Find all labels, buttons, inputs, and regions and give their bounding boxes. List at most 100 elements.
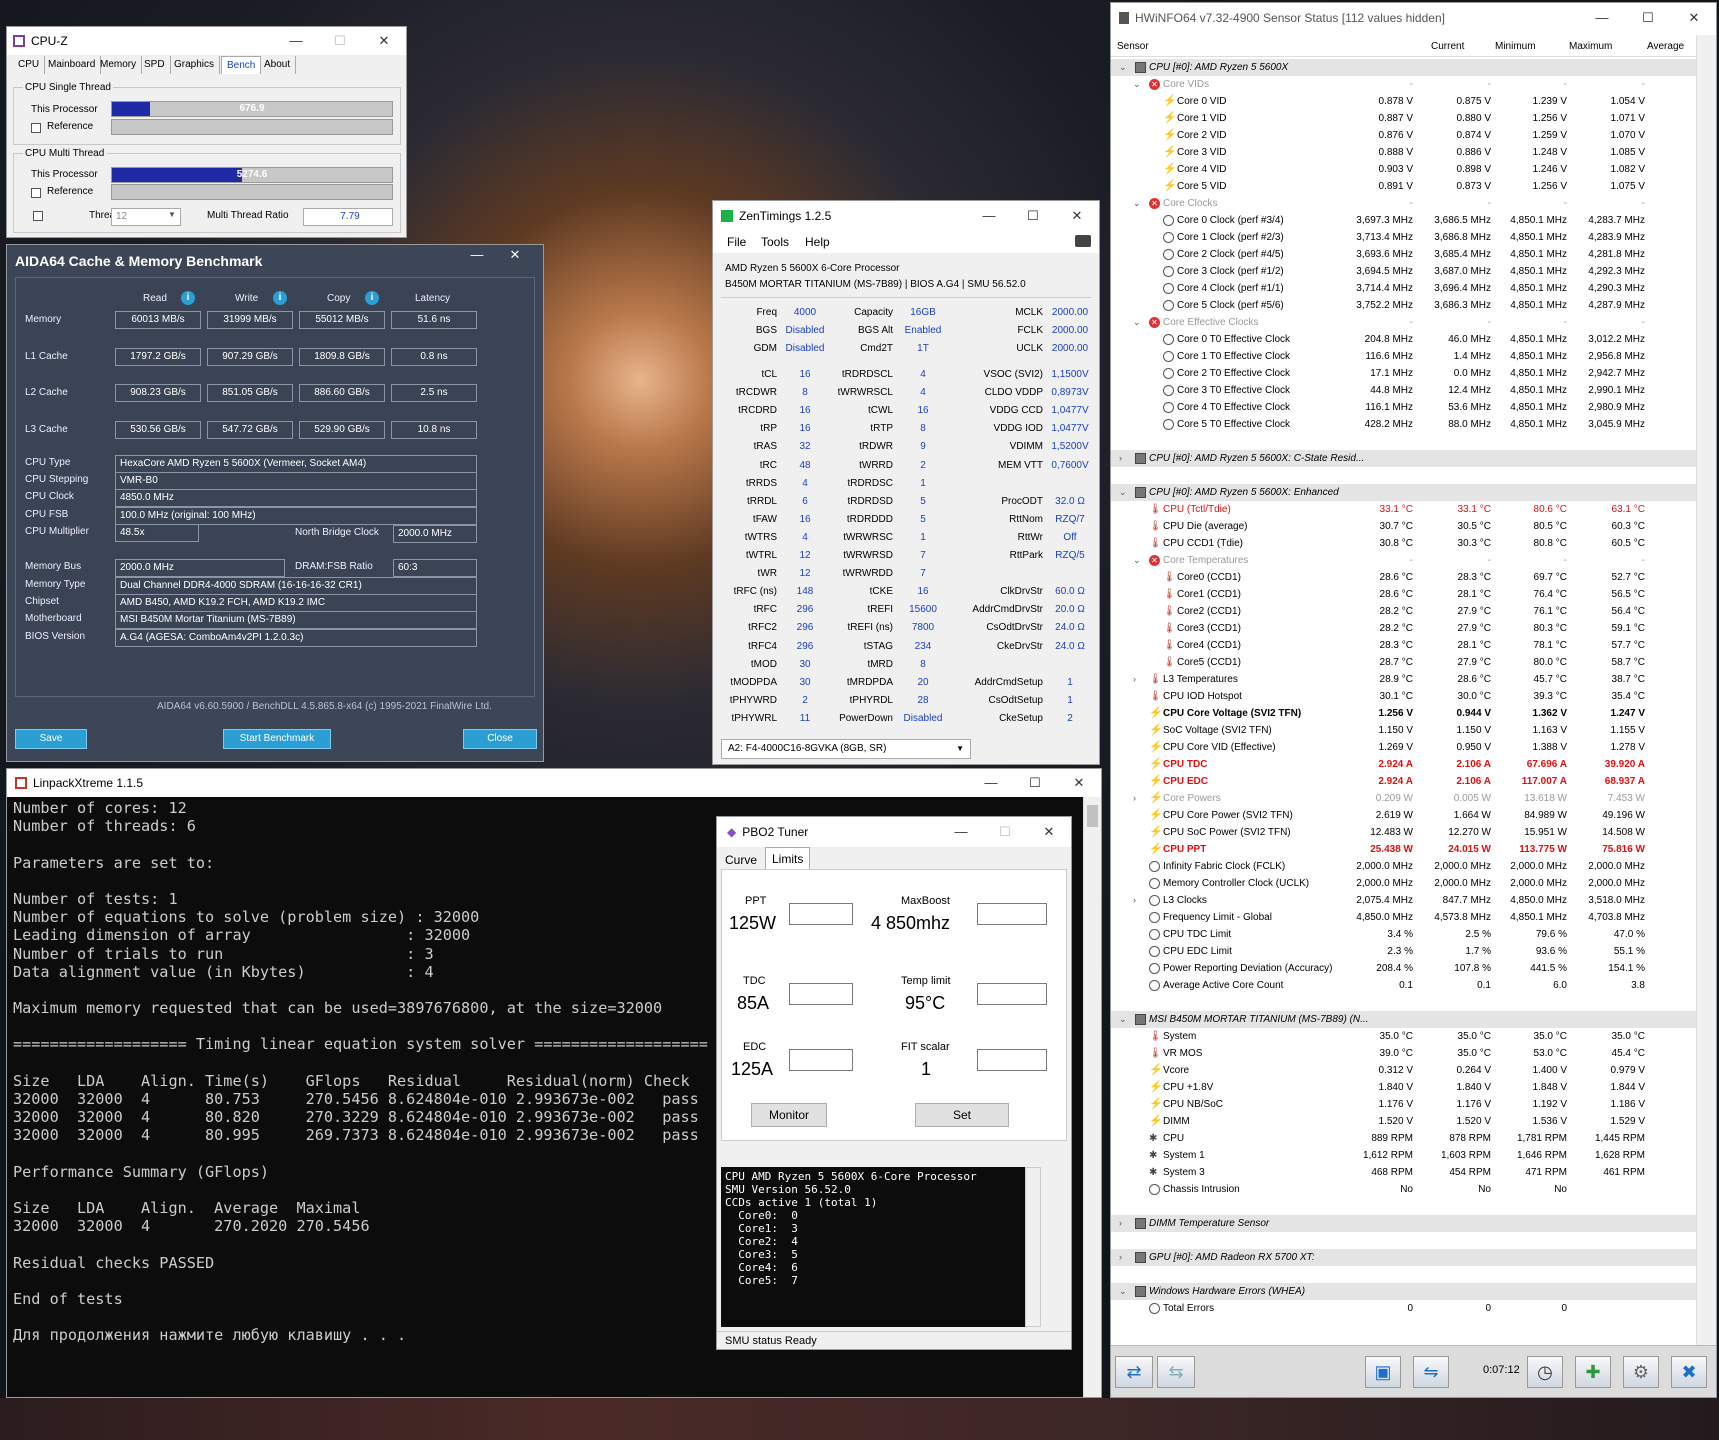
sensor-row[interactable]: 🌡 CPU IOD Hotspot 30.1 °C 30.0 °C 39.3 °C 35.… <box>1111 688 1696 705</box>
minimize-icon[interactable]: — <box>274 27 318 55</box>
sensor-row[interactable]: Chassis Intrusion No No No <box>1111 1181 1696 1198</box>
sensor-row[interactable]: ⚡ CPU Core Power (SVI2 TFN) 2.619 W 1.664 W… <box>1111 807 1696 824</box>
threads-checkbox[interactable] <box>33 211 43 221</box>
sensor-row[interactable]: Infinity Fabric Clock (FCLK) 2,000.0 MHz 2… <box>1111 858 1696 875</box>
sensor-row[interactable]: ⌄ ✕ Core Clocks - - - - <box>1111 195 1696 212</box>
sensor-section[interactable]: ⌄ MSI B450M MORTAR TITANIUM (MS-7B89) (N.… <box>1111 1011 1696 1028</box>
sensor-row[interactable]: 🌡 CPU CCD1 (Tdie) 30.8 °C 30.3 °C 80.8 °C 60.… <box>1111 535 1696 552</box>
chevron-right-icon[interactable]: › <box>1133 671 1136 688</box>
sensor-row[interactable]: 🌡 VR MOS 39.0 °C 35.0 °C 53.0 °C 45.4 °C <box>1111 1045 1696 1062</box>
sensor-row[interactable]: Core 0 Clock (perf #3/4) 3,697.3 MHz 3,686… <box>1111 212 1696 229</box>
sensor-row[interactable]: ⚡ CPU TDC 2.924 A 2.106 A 67.696 A 39.920 A <box>1111 756 1696 773</box>
sensor-row[interactable]: ⚡ CPU Core Voltage (SVI2 TFN) 1.256 V 0.944… <box>1111 705 1696 722</box>
sensor-row[interactable]: Core 4 Clock (perf #1/1) 3,714.4 MHz 3,696… <box>1111 280 1696 297</box>
sensor-section[interactable]: › CPU [#0]: AMD Ryzen 5 5600X: C-State Re… <box>1111 450 1696 467</box>
chevron-right-icon[interactable]: › <box>1133 790 1136 807</box>
sensor-row[interactable]: ⚡ Core 3 VID 0.888 V 0.886 V 1.248 V 1.085 V <box>1111 144 1696 161</box>
tab-mainboard[interactable]: Mainboard <box>43 56 102 74</box>
menu-help[interactable]: Help <box>805 235 830 249</box>
chevron-right-icon[interactable]: › <box>1119 1249 1122 1266</box>
tab-memory[interactable]: Memory <box>95 56 143 74</box>
sensor-row[interactable]: › ⚡ Core Powers 0.209 W 0.005 W 13.618 W 7.453… <box>1111 790 1696 807</box>
chevron-down-icon[interactable]: ⌄ <box>1119 1011 1127 1028</box>
chevron-down-icon[interactable]: ⌄ <box>1133 76 1141 93</box>
pbo2-titlebar[interactable]: ◆ PBO2 Tuner — ☐ ✕ <box>717 817 1071 847</box>
tab-curve[interactable]: Curve <box>725 853 757 867</box>
arrows-left-right-icon[interactable]: ⇄ <box>1115 1356 1153 1388</box>
sensor-section[interactable]: › GPU [#0]: AMD Radeon RX 5700 XT: <box>1111 1249 1696 1266</box>
hwinfo-titlebar[interactable]: HWiNFO64 v7.32-4900 Sensor Status [112 v… <box>1111 3 1716 33</box>
sensor-row[interactable]: ⚡ Core 0 VID 0.878 V 0.875 V 1.239 V 1.054 V <box>1111 93 1696 110</box>
sensor-row[interactable]: Core 2 T0 Effective Clock 17.1 MHz 0.0 MHz… <box>1111 365 1696 382</box>
sensor-row[interactable]: ✱ CPU 889 RPM 878 RPM 1,781 RPM 1,445 RPM <box>1111 1130 1696 1147</box>
sensor-row[interactable]: Core 1 Clock (perf #2/3) 3,713.4 MHz 3,686… <box>1111 229 1696 246</box>
col-average[interactable]: Average <box>1647 41 1684 52</box>
chevron-down-icon[interactable]: ⌄ <box>1133 552 1141 569</box>
chevron-down-icon[interactable]: ⌄ <box>1133 314 1141 331</box>
edc-input[interactable] <box>789 1049 853 1071</box>
sensor-section[interactable]: ⌄ CPU [#0]: AMD Ryzen 5 5600X: Enhanced <box>1111 484 1696 501</box>
menu-file[interactable]: File <box>727 235 746 249</box>
scroll-thumb[interactable] <box>1087 805 1098 827</box>
sensor-row[interactable]: ⌄ ✕ Core Effective Clocks - - - - <box>1111 314 1696 331</box>
sensor-row[interactable]: ⚡ DIMM 1.520 V 1.520 V 1.536 V 1.529 V <box>1111 1113 1696 1130</box>
sensor-section[interactable]: ⌄ CPU [#0]: AMD Ryzen 5 5600X <box>1111 59 1696 76</box>
minimize-icon[interactable]: — <box>969 769 1013 797</box>
info-icon[interactable]: i <box>273 291 287 305</box>
maximize-icon[interactable]: ☐ <box>318 27 362 55</box>
sensor-row[interactable]: Core 5 T0 Effective Clock 428.2 MHz 88.0 M… <box>1111 416 1696 433</box>
sensor-row[interactable]: ⚡ CPU SoC Power (SVI2 TFN) 12.483 W 12.270 … <box>1111 824 1696 841</box>
info-icon[interactable]: i <box>365 291 379 305</box>
temp-limit-input[interactable] <box>977 983 1047 1005</box>
monitor-icon[interactable]: ▣ <box>1365 1356 1401 1388</box>
chevron-down-icon[interactable]: ⌄ <box>1119 1283 1127 1300</box>
sensor-row[interactable]: Core 1 T0 Effective Clock 116.6 MHz 1.4 MH… <box>1111 348 1696 365</box>
sensor-row[interactable]: ⌄ ✕ Core VIDs - - - - <box>1111 76 1696 93</box>
close-icon[interactable]: ✕ <box>493 245 537 273</box>
add-report-icon[interactable]: ✚ <box>1575 1356 1611 1388</box>
menu-tools[interactable]: Tools <box>761 235 789 249</box>
linpack-scrollbar[interactable] <box>1083 797 1101 1397</box>
minimize-icon[interactable]: — <box>939 817 983 847</box>
sensor-row[interactable]: ⚡ CPU NB/SoC 1.176 V 1.176 V 1.192 V 1.186 V <box>1111 1096 1696 1113</box>
arrows-collapse-icon[interactable]: ⇆ <box>1157 1356 1195 1388</box>
sensor-row[interactable]: ⚡ SoC Voltage (SVI2 TFN) 1.150 V 1.150 V 1.1… <box>1111 722 1696 739</box>
sensor-row[interactable]: ⚡ CPU EDC 2.924 A 2.106 A 117.007 A 68.937 A <box>1111 773 1696 790</box>
sensor-row[interactable]: 🌡 System 35.0 °C 35.0 °C 35.0 °C 35.0 °C <box>1111 1028 1696 1045</box>
close-icon[interactable]: ✕ <box>1057 769 1101 797</box>
sensor-row[interactable]: CPU EDC Limit 2.3 % 1.7 % 93.6 % 55.1 % <box>1111 943 1696 960</box>
sensor-section[interactable]: ⌄ Windows Hardware Errors (WHEA) <box>1111 1283 1696 1300</box>
sensor-row[interactable]: CPU TDC Limit 3.4 % 2.5 % 79.6 % 47.0 % <box>1111 926 1696 943</box>
maximize-icon[interactable]: ☐ <box>1011 201 1055 231</box>
sensor-row[interactable]: ✱ System 1 1,612 RPM 1,603 RPM 1,646 RPM 1,62… <box>1111 1147 1696 1164</box>
sensor-row[interactable]: 🌡 CPU Die (average) 30.7 °C 30.5 °C 80.5 °C 6… <box>1111 518 1696 535</box>
sensor-row[interactable]: ⚡ Core 1 VID 0.887 V 0.880 V 1.256 V 1.071 V <box>1111 110 1696 127</box>
chevron-down-icon[interactable]: ⌄ <box>1119 59 1127 76</box>
close-icon[interactable]: ✕ <box>1672 3 1716 33</box>
sensor-row[interactable]: 🌡 Core2 (CCD1) 28.2 °C 27.9 °C 76.1 °C 56.4 °… <box>1111 603 1696 620</box>
set-button[interactable]: Set <box>915 1103 1009 1127</box>
maxboost-input[interactable] <box>977 903 1047 925</box>
sensor-row[interactable]: Core 4 T0 Effective Clock 116.1 MHz 53.6 M… <box>1111 399 1696 416</box>
fit-scalar-input[interactable] <box>977 1049 1047 1071</box>
network-icon[interactable]: ⇋ <box>1413 1356 1449 1388</box>
cpuz-titlebar[interactable]: CPU-Z — ☐ ✕ <box>7 27 406 55</box>
tab-bench[interactable]: Bench <box>221 56 262 74</box>
dimm-select[interactable]: A2: F4-4000C16-8GVKA (8GB, SR) ▼ <box>721 739 971 759</box>
monitor-button[interactable]: Monitor <box>751 1103 827 1127</box>
sensor-row[interactable]: 🌡 CPU (Tctl/Tdie) 33.1 °C 33.1 °C 80.6 °C 63.… <box>1111 501 1696 518</box>
close-button[interactable]: Close <box>463 729 537 749</box>
sensor-row[interactable]: Power Reporting Deviation (Accuracy) 208.… <box>1111 960 1696 977</box>
sensor-row[interactable]: Average Active Core Count 0.1 0.1 6.0 3.8 <box>1111 977 1696 994</box>
col-sensor[interactable]: Sensor <box>1117 41 1149 52</box>
camera-icon[interactable] <box>1075 235 1091 247</box>
col-minimum[interactable]: Minimum <box>1495 41 1536 52</box>
hwinfo-scrollbar[interactable] <box>1696 35 1716 1345</box>
aida64-titlebar[interactable]: AIDA64 Cache & Memory Benchmark — ✕ <box>7 245 543 277</box>
info-icon[interactable]: i <box>181 291 195 305</box>
zentimings-titlebar[interactable]: ZenTimings 1.2.5 — ☐ ✕ <box>713 201 1099 231</box>
clock-icon[interactable]: ◷ <box>1527 1356 1563 1388</box>
sensor-row[interactable]: ⚡ CPU PPT 25.438 W 24.015 W 113.775 W 75.816 … <box>1111 841 1696 858</box>
maximize-icon[interactable]: ☐ <box>1013 769 1057 797</box>
minimize-icon[interactable]: — <box>967 201 1011 231</box>
